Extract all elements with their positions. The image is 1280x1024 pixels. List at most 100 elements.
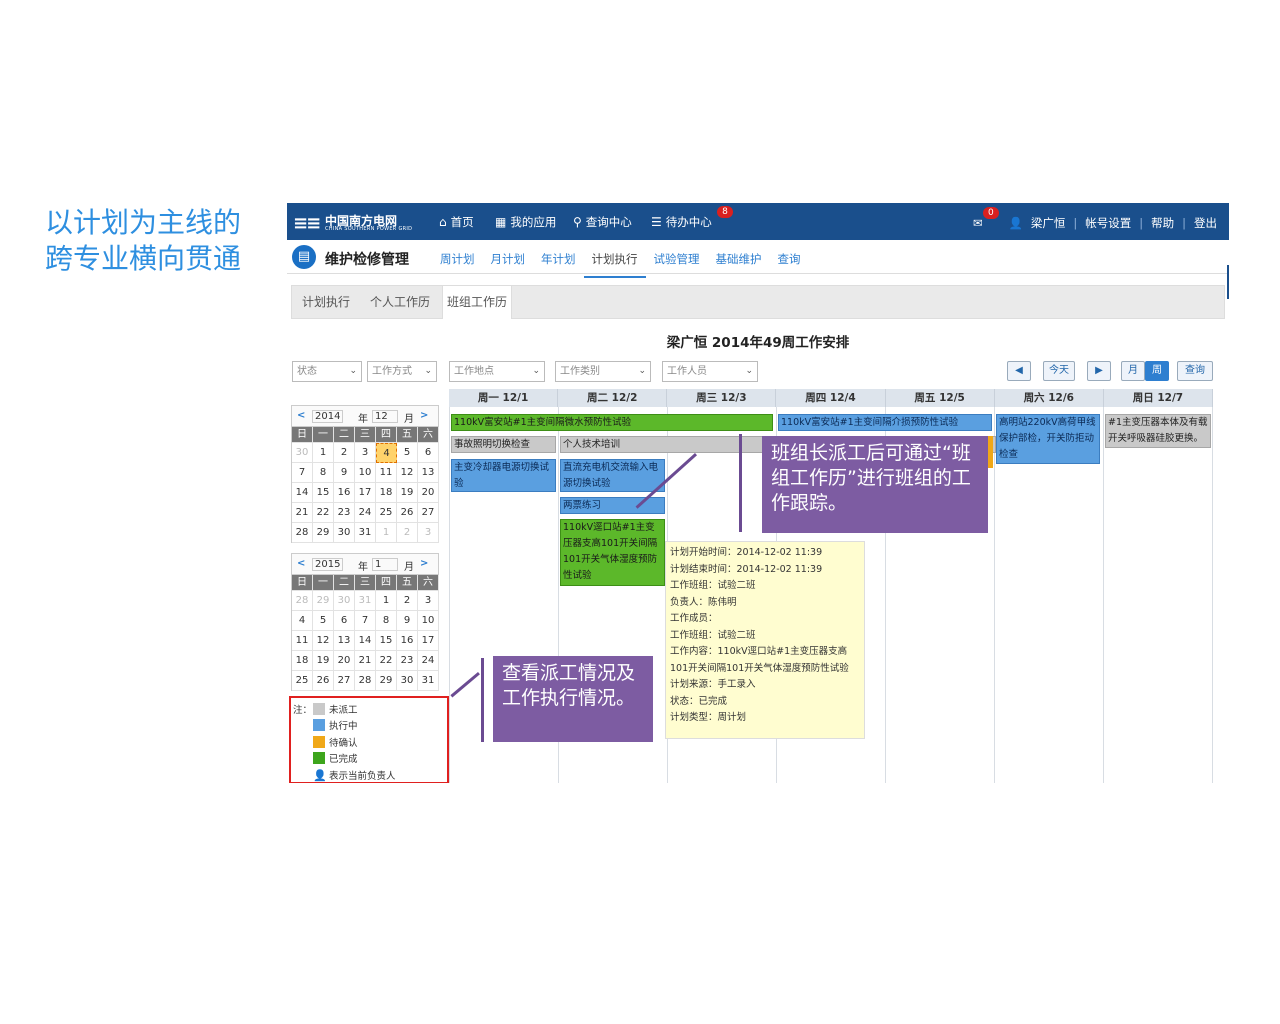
calendar-day[interactable]: 9 [397, 611, 418, 631]
work-mode-filter[interactable]: 工作方式 ⌄ [367, 361, 437, 382]
calendar-day[interactable]: 14 [292, 483, 313, 503]
calendar-day[interactable]: 29 [313, 591, 334, 611]
calendar-day[interactable]: 19 [397, 483, 418, 503]
event-item[interactable]: #1主变压器本体及有载开关呼吸器硅胶更换。 [1105, 414, 1211, 448]
calendar-day[interactable]: 13 [418, 463, 439, 483]
calendar-day[interactable]: 6 [418, 443, 439, 463]
calendar-day[interactable]: 27 [418, 503, 439, 523]
calendar-day[interactable]: 5 [397, 443, 418, 463]
calendar-day[interactable]: 27 [334, 671, 355, 691]
tab-test-management[interactable]: 试验管理 [646, 251, 708, 278]
user-name[interactable]: 梁广恒 [1031, 215, 1066, 231]
event-item[interactable]: 110kV富安站#1主变间隔微水预防性试验 [451, 414, 773, 431]
week-view-button[interactable]: 周 [1145, 361, 1169, 381]
calendar-day[interactable]: 31 [355, 523, 376, 543]
prev-week-button[interactable]: ◀ [1007, 361, 1031, 381]
calendar-day[interactable]: 26 [397, 503, 418, 523]
event-item[interactable]: 主变冷却器电源切换试验 [451, 459, 556, 492]
calendar-day[interactable]: 11 [292, 631, 313, 651]
mail-button[interactable]: ✉ 0 [973, 207, 999, 230]
help-link[interactable]: 帮助 [1151, 215, 1174, 231]
calendar-day[interactable]: 2 [397, 591, 418, 611]
calendar-day[interactable]: 31 [418, 671, 439, 691]
calendar-day[interactable]: 19 [313, 651, 334, 671]
calendar-day[interactable]: 16 [334, 483, 355, 503]
calendar-day[interactable]: 26 [313, 671, 334, 691]
nav-query-center[interactable]: ⚲ 查询中心 [573, 214, 632, 230]
event-item[interactable]: 110kV逕口站#1主变压器支高101开关间隔101开关气体湿度预防性试验 [560, 519, 665, 586]
calendar-day[interactable]: 17 [418, 631, 439, 651]
calendar-day[interactable]: 30 [334, 523, 355, 543]
calendar-day[interactable]: 12 [313, 631, 334, 651]
calendar-day[interactable]: 3 [418, 523, 439, 543]
calendar-day[interactable]: 29 [376, 671, 397, 691]
calendar-day[interactable]: 25 [292, 671, 313, 691]
year-select[interactable]: 2015 [312, 558, 344, 571]
calendar-day[interactable]: 24 [418, 651, 439, 671]
calendar-day[interactable]: 22 [376, 651, 397, 671]
calendar-day[interactable]: 30 [397, 671, 418, 691]
tab-week-plan[interactable]: 周计划 [432, 251, 483, 278]
category-filter[interactable]: 工作类别 ⌄ [555, 361, 651, 382]
tab-month-plan[interactable]: 月计划 [483, 251, 534, 278]
calendar-day[interactable]: 1 [376, 523, 397, 543]
calendar-day[interactable]: 18 [292, 651, 313, 671]
event-item[interactable]: 高明站220kV高荷甲线保护部检，开关防拒动检查 [996, 414, 1100, 464]
calendar-day[interactable]: 3 [418, 591, 439, 611]
calendar-day[interactable]: 23 [334, 503, 355, 523]
calendar-day[interactable]: 22 [313, 503, 334, 523]
calendar-day[interactable]: 10 [418, 611, 439, 631]
chevron-left-icon[interactable]: < [297, 558, 305, 569]
calendar-day[interactable]: 3 [355, 443, 376, 463]
logout-link[interactable]: 登出 [1194, 215, 1217, 231]
calendar-day[interactable]: 10 [355, 463, 376, 483]
calendar-day[interactable]: 28 [292, 523, 313, 543]
scrollbar[interactable] [1227, 265, 1229, 299]
status-filter[interactable]: 状态 ⌄ [292, 361, 362, 382]
calendar-day[interactable]: 4 [292, 611, 313, 631]
calendar-day[interactable]: 31 [355, 591, 376, 611]
calendar-day[interactable]: 30 [334, 591, 355, 611]
chevron-right-icon[interactable]: > [420, 410, 428, 421]
calendar-day[interactable]: 18 [376, 483, 397, 503]
tab-year-plan[interactable]: 年计划 [533, 251, 584, 278]
next-week-button[interactable]: ▶ [1087, 361, 1111, 381]
calendar-day[interactable]: 25 [376, 503, 397, 523]
calendar-day[interactable]: 29 [313, 523, 334, 543]
event-item[interactable]: 两票练习 [560, 497, 665, 514]
month-view-button[interactable]: 月 [1121, 361, 1145, 381]
event-item[interactable]: 直流充电机交流输入电源切换试验 [560, 459, 665, 492]
calendar-day[interactable]: 28 [355, 671, 376, 691]
nav-todo-center[interactable]: ☰ 待办中心 [651, 214, 712, 230]
calendar-day[interactable]: 6 [334, 611, 355, 631]
today-button[interactable]: 今天 [1043, 361, 1075, 381]
calendar-day[interactable]: 17 [355, 483, 376, 503]
calendar-day[interactable]: 7 [355, 611, 376, 631]
calendar-day[interactable]: 2 [397, 523, 418, 543]
month-select[interactable]: 1 [372, 558, 398, 571]
calendar-day[interactable]: 2 [334, 443, 355, 463]
brand-logo[interactable]: ≡≡ 中国南方电网 CHINA SOUTHERN POWER GRID [293, 211, 413, 234]
calendar-day[interactable]: 30 [292, 443, 313, 463]
calendar-day[interactable]: 16 [397, 631, 418, 651]
query-button[interactable]: 查询 [1177, 361, 1213, 381]
calendar-day[interactable]: 4 [376, 443, 397, 463]
tab-personal-calendar[interactable]: 个人工作历 [366, 286, 434, 319]
tab-plan-execution[interactable]: 计划执行 [583, 251, 646, 278]
tab-team-calendar[interactable]: 班组工作历 [442, 286, 513, 319]
calendar-day[interactable]: 23 [397, 651, 418, 671]
calendar-day[interactable]: 21 [355, 651, 376, 671]
calendar-day[interactable]: 7 [292, 463, 313, 483]
month-select[interactable]: 12 [372, 410, 398, 423]
chevron-left-icon[interactable]: < [297, 410, 305, 421]
staff-filter[interactable]: 工作人员 ⌄ [662, 361, 758, 382]
calendar-day[interactable]: 15 [313, 483, 334, 503]
calendar-day[interactable]: 13 [334, 631, 355, 651]
calendar-day[interactable]: 28 [292, 591, 313, 611]
account-settings-link[interactable]: 帐号设置 [1085, 215, 1131, 231]
calendar-day[interactable]: 8 [376, 611, 397, 631]
event-item[interactable]: 事故照明切换检查 [451, 436, 556, 453]
chevron-right-icon[interactable]: > [420, 558, 428, 569]
calendar-day[interactable]: 20 [418, 483, 439, 503]
calendar-day[interactable]: 1 [376, 591, 397, 611]
